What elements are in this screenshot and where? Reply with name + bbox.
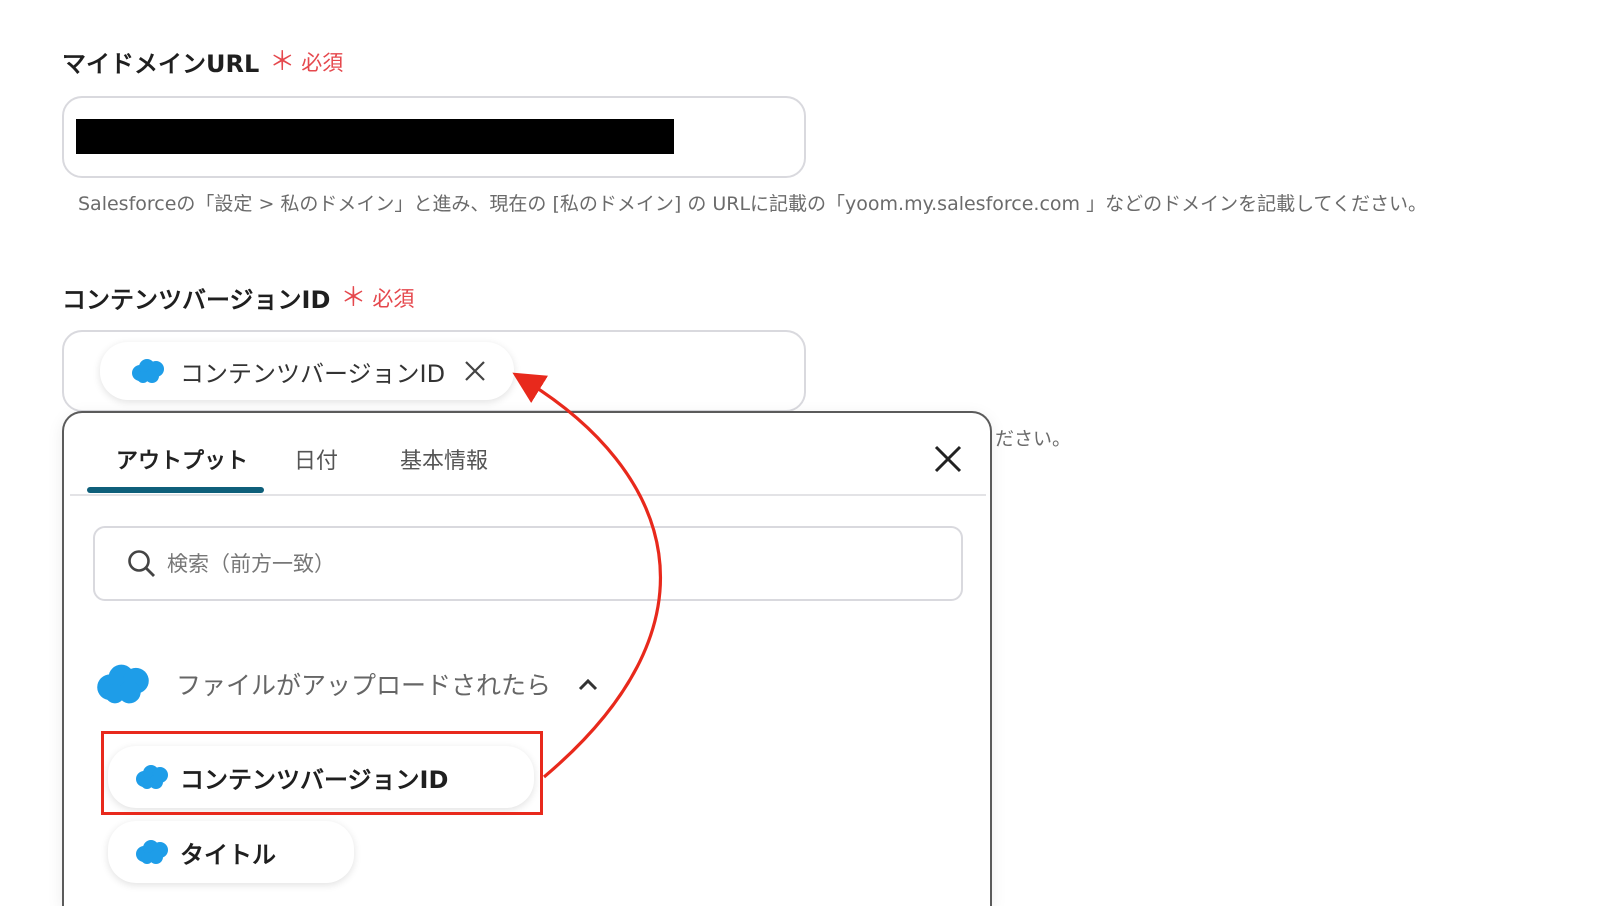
variable-search-box[interactable] [93,526,963,601]
search-icon [128,549,155,577]
content-field-label: コンテンツバージョンID ＊ 必須 [62,280,414,315]
trigger-group-header[interactable]: ファイルがアップロードされたら [94,663,599,705]
output-item-title[interactable]: タイトル [108,821,354,883]
chevron-up-icon[interactable] [577,677,599,691]
salesforce-cloud-icon [132,359,164,383]
highlight-box [101,731,543,815]
selected-variable-chip[interactable]: コンテンツバージョンID [100,342,514,400]
group-title-text: ファイルがアップロードされたら [176,671,552,700]
required-badge: ＊ 必須 [340,283,414,313]
selected-chip-label: コンテンツバージョンID [180,359,446,388]
domain-field-label: マイドメインURL ＊ 必須 [62,44,343,79]
content-field-hint: ださい。 [995,428,1072,450]
variable-picker-panel: アウトプット 日付 基本情報 ファイルがアップロードされたら [62,411,992,906]
required-badge: ＊ 必須 [269,47,343,77]
domain-url-input[interactable] [62,96,806,178]
search-input[interactable] [165,550,869,577]
domain-field-hint: Salesforceの「設定 > 私のドメイン」と進み、現在の [私のドメイン]… [78,193,1427,215]
tab-output[interactable]: アウトプット [116,443,248,475]
salesforce-cloud-icon [97,664,149,704]
domain-field-label-text: マイドメインURL [62,50,260,78]
salesforce-cloud-icon [136,840,168,864]
required-text: 必須 [372,286,415,311]
content-version-input[interactable]: コンテンツバージョンID [62,330,806,412]
active-tab-underline [87,487,264,493]
required-asterisk: ＊ [269,46,296,77]
required-asterisk: ＊ [340,282,367,313]
required-text: 必須 [301,50,344,75]
content-field-label-text: コンテンツバージョンID [62,286,331,314]
tabs-divider [70,494,986,496]
close-icon[interactable] [463,359,487,383]
tab-basic-info[interactable]: 基本情報 [400,443,488,475]
output-item-label: タイトル [180,840,276,869]
redacted-value [76,119,674,154]
close-icon[interactable] [932,443,964,475]
tab-date[interactable]: 日付 [294,443,338,475]
